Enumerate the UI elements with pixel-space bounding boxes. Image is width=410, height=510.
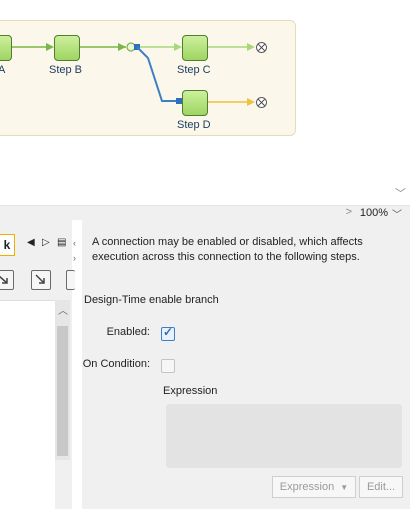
step-b-node[interactable] bbox=[54, 35, 80, 61]
connector-junction-d-selected bbox=[136, 46, 176, 102]
tab-list-icon[interactable]: ▤ bbox=[57, 237, 66, 248]
edit-button-label: Edit... bbox=[366, 481, 396, 493]
arrowhead-a-b bbox=[46, 43, 54, 51]
on-condition-label: On Condition: bbox=[82, 358, 150, 370]
zoom-level[interactable]: 100% bbox=[360, 207, 388, 219]
arrowhead-junction-c bbox=[174, 43, 182, 51]
end-node-c[interactable] bbox=[256, 42, 267, 53]
on-condition-checkbox[interactable] bbox=[161, 359, 175, 373]
step-c-label: Step C bbox=[177, 64, 211, 76]
end-node-d[interactable] bbox=[256, 97, 267, 108]
tool-arrow-icon bbox=[0, 275, 8, 284]
junction-node bbox=[126, 42, 136, 52]
zoom-dropdown-chevron-icon[interactable]: ﹀ bbox=[392, 206, 402, 221]
tab-next-arrow-icon[interactable]: ▷ bbox=[42, 237, 50, 248]
expression-dropdown-icon: ▼ bbox=[340, 483, 349, 492]
arrowhead-b-junction bbox=[118, 43, 126, 51]
scroll-up-arrow-icon[interactable]: ︿ bbox=[58, 302, 68, 317]
step-d-node[interactable] bbox=[182, 90, 208, 116]
canvas-vertical-scrollbar[interactable]: ﹀ bbox=[395, 0, 410, 205]
scroll-right-arrow-icon[interactable]: > bbox=[346, 206, 352, 218]
step-d-label: Step D bbox=[177, 119, 211, 131]
left-pane-scrollbar[interactable]: ︿ bbox=[55, 300, 70, 460]
edit-button[interactable]: Edit... bbox=[359, 476, 403, 498]
step-a-node[interactable] bbox=[0, 35, 12, 61]
enabled-label: Enabled: bbox=[106, 326, 150, 338]
toolbar-icon-3[interactable] bbox=[66, 270, 75, 290]
expression-button-label: Expression bbox=[279, 481, 335, 493]
enabled-checkbox[interactable] bbox=[161, 325, 175, 341]
arrowhead-c-end bbox=[247, 43, 255, 51]
toolbar-icon-2[interactable] bbox=[31, 270, 51, 290]
collapse-right-icon[interactable]: › bbox=[73, 251, 76, 266]
expression-label: Expression bbox=[163, 385, 218, 397]
connection-description: A connection may be enabled or disabled,… bbox=[92, 236, 363, 263]
arrowhead-d-end bbox=[247, 98, 255, 106]
left-pane-tab[interactable]: k bbox=[0, 234, 15, 256]
expression-textarea[interactable] bbox=[166, 404, 402, 468]
section-title: Design-Time enable branch bbox=[84, 294, 219, 306]
expression-dropdown-button[interactable]: Expression ▼ bbox=[272, 476, 356, 498]
tool-move-icon bbox=[35, 274, 45, 284]
tab-prev-arrow-icon[interactable]: ◀ bbox=[27, 237, 35, 248]
step-a-label: A bbox=[0, 64, 6, 76]
scroll-down-arrow-icon[interactable]: ﹀ bbox=[395, 185, 406, 201]
panel-collapse-arrows[interactable]: ‹ › bbox=[73, 236, 76, 266]
step-b-label: Step B bbox=[49, 64, 83, 76]
toolbar-icon-1[interactable] bbox=[0, 270, 14, 290]
collapse-left-icon[interactable]: ‹ bbox=[73, 236, 76, 251]
step-c-node[interactable] bbox=[182, 35, 208, 61]
left-pane-content bbox=[0, 300, 55, 510]
connection-properties-panel: A connection may be enabled or disabled,… bbox=[82, 220, 410, 509]
diagram-canvas[interactable]: A Step B Step C Step D ﹀ bbox=[0, 0, 410, 205]
left-pane: k ◀ ▷ ▤ ︿ bbox=[0, 220, 75, 510]
canvas-statusbar: > 100% ﹀ bbox=[0, 205, 410, 221]
connectors bbox=[10, 42, 255, 106]
scroll-thumb[interactable] bbox=[57, 326, 68, 456]
